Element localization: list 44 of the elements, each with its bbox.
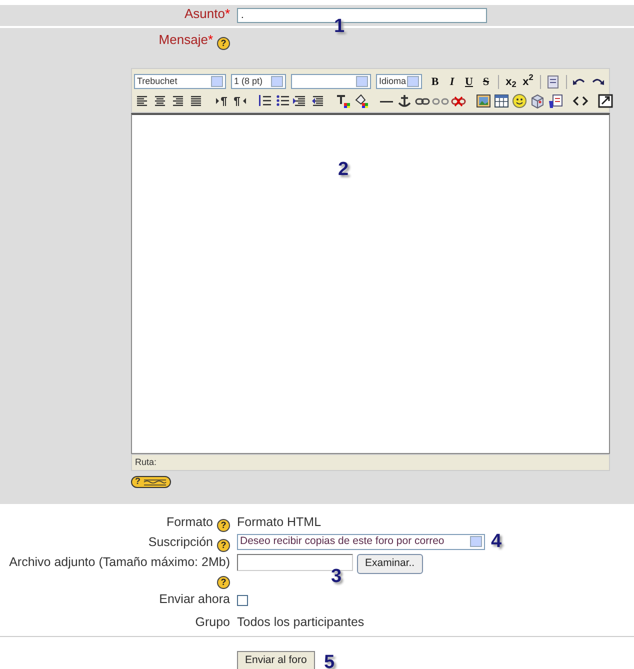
bullet-list-icon[interactable] bbox=[274, 92, 291, 108]
submit-button[interactable]: Enviar al foro bbox=[237, 650, 315, 669]
anchor-icon[interactable] bbox=[396, 92, 413, 108]
path-bar: Ruta: bbox=[131, 454, 610, 471]
text-color-icon[interactable] bbox=[335, 92, 352, 108]
callout-number: 2 bbox=[338, 160, 349, 179]
subscription-label: Suscripción bbox=[148, 534, 213, 549]
cube-icon[interactable] bbox=[529, 92, 546, 108]
callout-number: 4 bbox=[491, 532, 502, 551]
help-icon[interactable]: ? bbox=[217, 518, 230, 532]
numbered-list-icon[interactable] bbox=[256, 92, 273, 108]
dropdown[interactable]: 1 (8 pt) bbox=[231, 74, 286, 89]
dropdown[interactable]: Idioma bbox=[376, 74, 422, 89]
image-icon[interactable] bbox=[475, 92, 492, 108]
document-search-icon[interactable] bbox=[547, 92, 564, 108]
callout-number: 3 bbox=[331, 567, 342, 586]
fullscreen-icon[interactable] bbox=[597, 92, 614, 108]
format-button[interactable]: x$^{2}$ bbox=[520, 74, 536, 90]
help-icon[interactable]: ? bbox=[217, 37, 230, 50]
format-button[interactable]: S bbox=[478, 74, 494, 90]
browse-button[interactable]: Examinar.. bbox=[357, 554, 423, 574]
format-button[interactable]: U bbox=[461, 74, 477, 90]
squiggle-icon bbox=[142, 478, 166, 486]
format-label: Formato bbox=[166, 514, 213, 529]
format-value: Formato HTML bbox=[237, 514, 322, 531]
message-label: Mensaje* bbox=[158, 32, 213, 47]
callout-number: 5 bbox=[324, 653, 335, 669]
format-button[interactable]: x$_{2}$ bbox=[503, 74, 519, 90]
send-now-label: Enviar ahora bbox=[159, 592, 230, 606]
send-now-checkbox[interactable] bbox=[237, 594, 248, 606]
dropdown[interactable]: Trebuchet bbox=[134, 74, 226, 89]
table-icon[interactable] bbox=[493, 92, 510, 108]
fill-color-icon[interactable] bbox=[353, 92, 370, 108]
help-icon[interactable]: ? bbox=[217, 576, 230, 589]
group-value: Todos los participantes bbox=[237, 614, 366, 630]
subject-label: Asunto* bbox=[183, 5, 230, 23]
editor-help-button[interactable]: ? bbox=[131, 476, 170, 488]
group-label: Grupo bbox=[195, 614, 230, 628]
subscription-dropdown[interactable]: Deseo recibir copias de este foro por correo bbox=[237, 534, 485, 550]
attachment-label: Archivo adjunto (Tamaño máximo: 2Mb) bbox=[8, 554, 230, 571]
smiley-icon[interactable] bbox=[511, 92, 528, 108]
format-button[interactable]: I bbox=[444, 74, 460, 90]
help-icon[interactable]: ? bbox=[217, 538, 230, 552]
format-button[interactable]: B bbox=[427, 74, 443, 90]
